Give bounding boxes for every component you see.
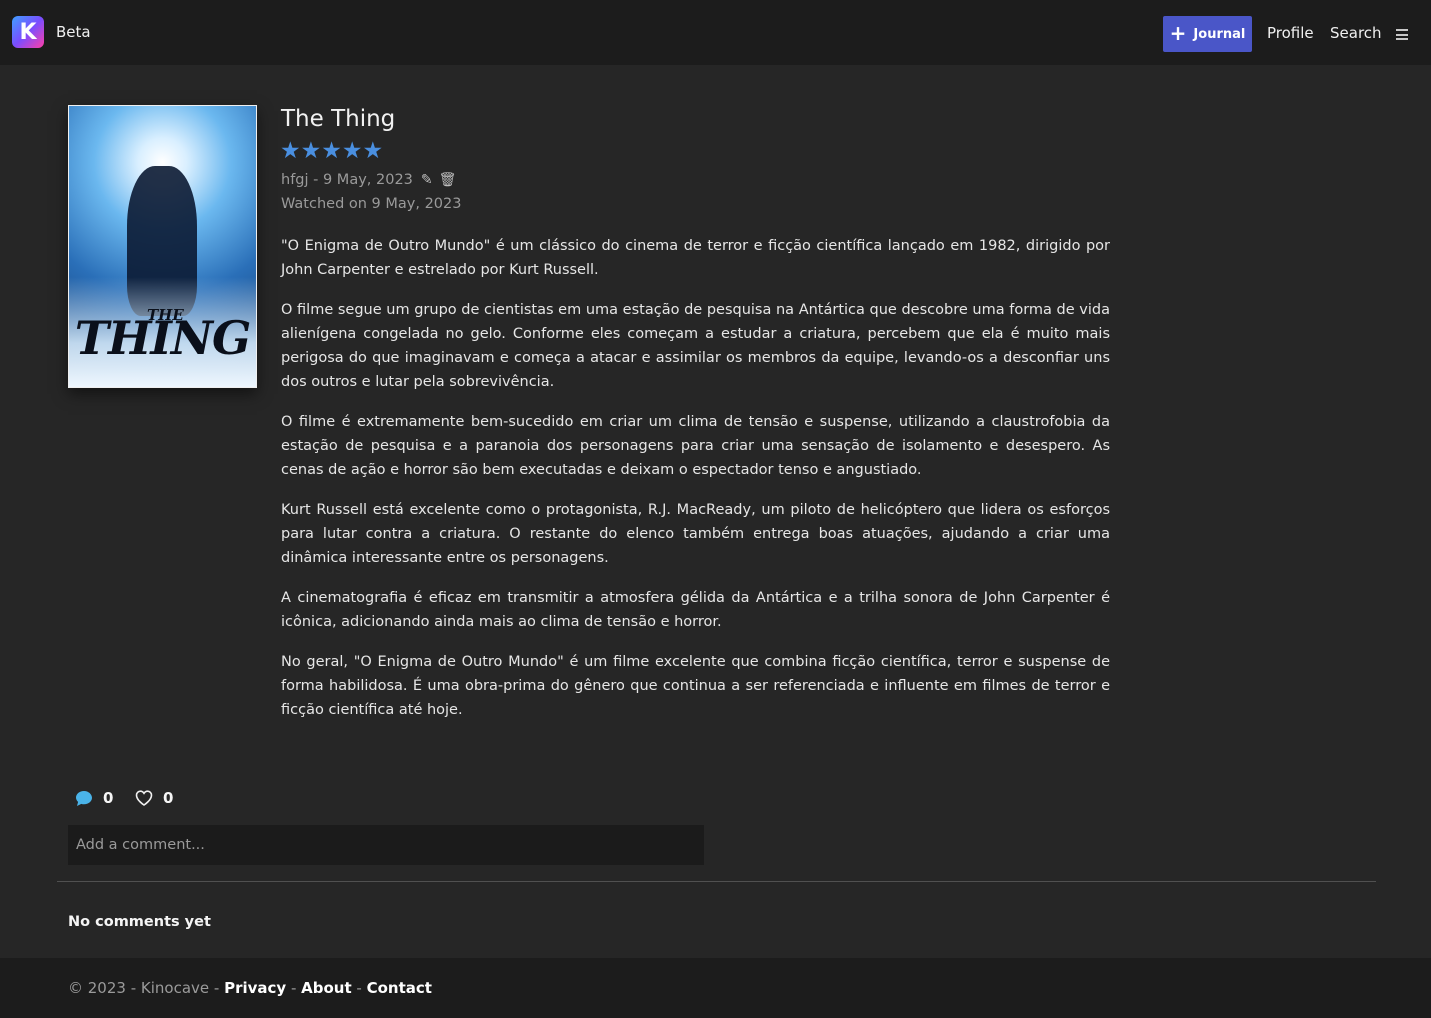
trash-icon[interactable]: 🗑 xyxy=(439,172,457,188)
pencil-icon[interactable]: ✎ xyxy=(421,172,433,188)
entry-meta: hfgj - 9 May, 2023 ✎ 🗑 xyxy=(281,172,456,188)
review-paragraph: O filme segue um grupo de cientistas em … xyxy=(281,302,1110,390)
about-link[interactable]: About xyxy=(301,979,352,997)
movie-poster[interactable]: THE THING xyxy=(68,105,257,388)
comment-icon xyxy=(76,790,92,806)
no-comments-text: No comments yet xyxy=(68,914,211,930)
navbar: K Beta + Journal Profile Search xyxy=(0,0,1431,65)
heart-icon xyxy=(135,790,153,806)
review-body: "O Enigma de Outro Mundo" é um clássico … xyxy=(281,234,1110,738)
copyright-text: © 2023 - Kinocave - xyxy=(68,979,225,997)
review-paragraph: No geral, "O Enigma de Outro Mundo" é um… xyxy=(281,654,1110,718)
poster-title: THING xyxy=(74,311,252,365)
review-paragraph: "O Enigma de Outro Mundo" é um clássico … xyxy=(281,238,1110,278)
review-paragraph: A cinematografia é eficaz em transmitir … xyxy=(281,590,1110,630)
privacy-link[interactable]: Privacy xyxy=(224,979,286,997)
comment-input[interactable] xyxy=(68,825,704,865)
author-date: hfgj - 9 May, 2023 xyxy=(281,172,413,188)
footer-separator: - xyxy=(351,979,367,997)
likes-count: 0 xyxy=(163,789,174,807)
logo-icon[interactable]: K xyxy=(12,16,44,48)
watched-date: Watched on 9 May, 2023 xyxy=(281,196,462,212)
beta-label: Beta xyxy=(56,23,91,41)
contact-link[interactable]: Contact xyxy=(367,979,432,997)
journal-button-label: Journal xyxy=(1193,26,1246,42)
footer-text: © 2023 - Kinocave - Privacy - About - Co… xyxy=(68,979,432,997)
comments-stat[interactable]: 0 xyxy=(75,786,113,810)
comments-count: 0 xyxy=(103,789,114,807)
nav-link-search[interactable]: Search xyxy=(1330,24,1382,42)
menu-icon[interactable] xyxy=(1396,29,1408,40)
logo-letter: K xyxy=(19,19,37,45)
movie-title[interactable]: The Thing xyxy=(281,106,395,132)
likes-stat[interactable]: 0 xyxy=(135,786,173,810)
review-paragraph: Kurt Russell está excelente como o prota… xyxy=(281,502,1110,566)
journal-button[interactable]: + Journal xyxy=(1163,16,1252,52)
footer-separator: - xyxy=(286,979,302,997)
plus-icon: + xyxy=(1169,21,1187,45)
nav-link-profile[interactable]: Profile xyxy=(1267,24,1314,42)
divider xyxy=(57,881,1376,882)
review-paragraph: O filme é extremamente bem-sucedido em c… xyxy=(281,414,1110,478)
star-rating: ★★★★★ xyxy=(280,138,384,164)
